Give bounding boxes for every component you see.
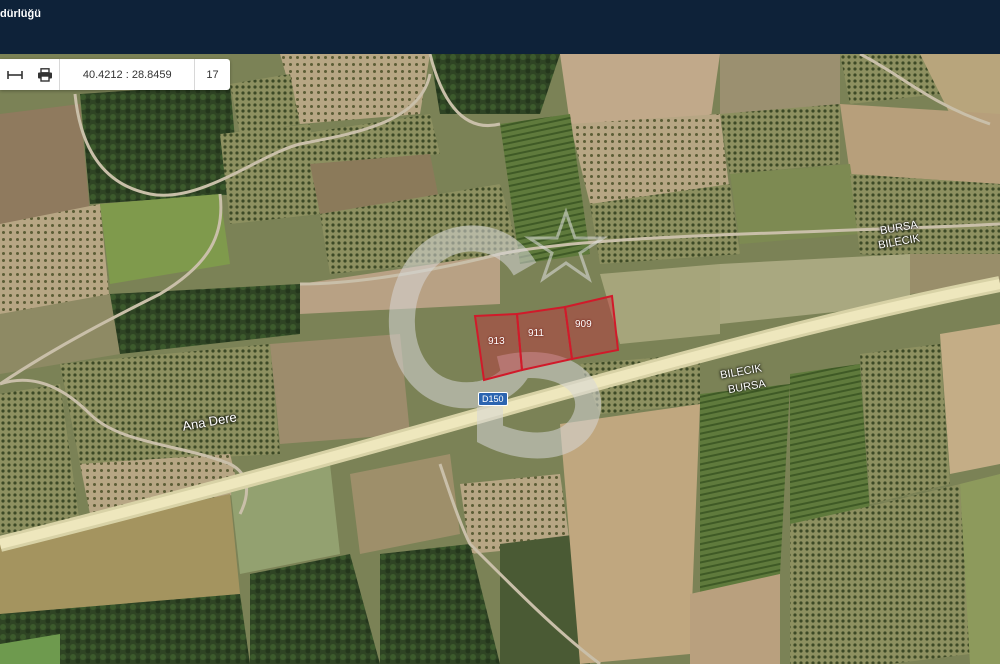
top-header-bar: dürlüğü: [0, 0, 1000, 54]
satellite-map[interactable]: BURSA BILECIK BILECIK BURSA Ana Dere D15…: [0, 54, 1000, 664]
parcel-label-913[interactable]: 913: [488, 336, 505, 347]
map-toolbar: 40.4212 : 28.8459 17: [0, 59, 230, 90]
measure-icon: [7, 70, 23, 79]
print-button[interactable]: [30, 59, 60, 90]
measure-button[interactable]: [0, 59, 30, 90]
zoom-level: 17: [206, 68, 219, 81]
print-icon: [37, 67, 52, 82]
road-badge-d150: D150: [478, 392, 508, 406]
coordinate-readout: 40.4212 : 28.8459: [82, 68, 172, 81]
parcel-label-911[interactable]: 911: [528, 328, 544, 339]
parcel-label-909[interactable]: 909: [575, 319, 592, 330]
map-imagery: [0, 54, 1000, 664]
page-title: dürlüğü: [0, 8, 41, 20]
